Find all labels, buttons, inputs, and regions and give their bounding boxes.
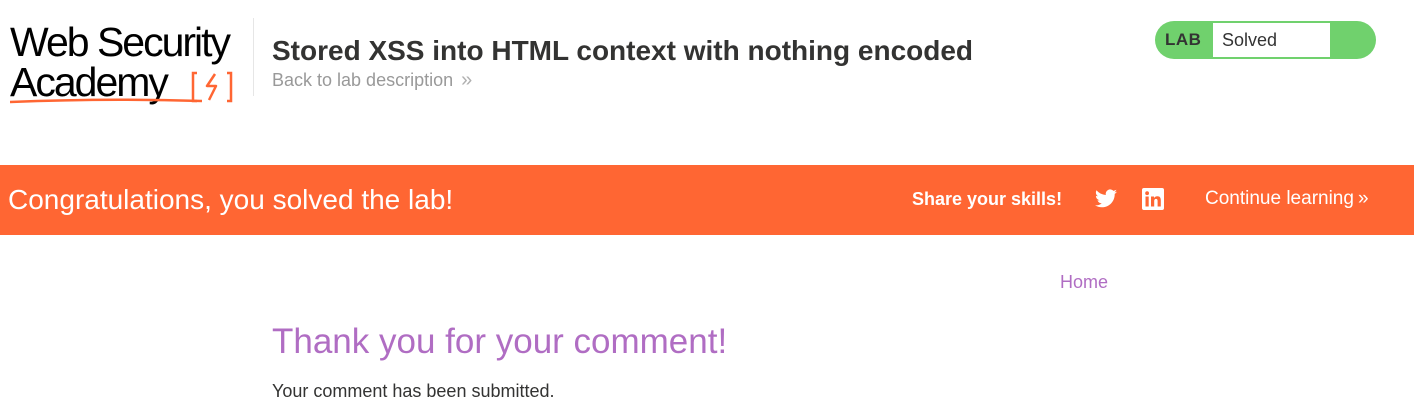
twitter-icon xyxy=(1095,189,1117,208)
solved-notification-banner: Congratulations, you solved the lab! Sha… xyxy=(0,165,1414,235)
linkedin-share-link[interactable] xyxy=(1142,188,1164,210)
header-divider xyxy=(253,18,254,96)
continue-learning-label: Continue learning xyxy=(1205,188,1354,209)
twitter-share-link[interactable] xyxy=(1093,187,1119,211)
status-text: Solved xyxy=(1222,30,1278,50)
back-link-label: Back to lab description xyxy=(272,70,454,90)
linkedin-icon xyxy=(1142,188,1164,210)
lab-title: Stored XSS into HTML context with nothin… xyxy=(272,35,974,67)
back-to-lab-description-link[interactable]: Back to lab description » xyxy=(272,68,472,92)
continue-learning-link[interactable]: Continue learning» xyxy=(1205,188,1368,210)
logo-text-line-1: Web Security xyxy=(10,19,231,65)
double-chevron-right-icon: » xyxy=(461,69,472,91)
home-link[interactable]: Home xyxy=(1060,272,1108,293)
lab-status-badge: LAB Solved xyxy=(1155,21,1376,59)
comment-submitted-message: Your comment has been submitted. xyxy=(272,381,555,401)
logo-text-line-2: Academy xyxy=(10,59,169,105)
congratulations-message: Congratulations, you solved the lab! xyxy=(8,184,454,215)
web-security-academy-logo[interactable]: Web Security Academy xyxy=(10,20,250,106)
double-chevron-right-icon: » xyxy=(1357,188,1368,209)
lab-badge-label: LAB xyxy=(1165,30,1202,49)
comment-confirmation-heading: Thank you for your comment! xyxy=(272,322,728,361)
status-box: Solved xyxy=(1213,23,1330,57)
share-skills-label: Share your skills! xyxy=(912,189,1063,209)
logo-underline-icon xyxy=(10,98,202,104)
page: Web Security Academy Stored XSS into HTM… xyxy=(0,0,1414,413)
lightning-bracket-icon xyxy=(191,71,233,103)
